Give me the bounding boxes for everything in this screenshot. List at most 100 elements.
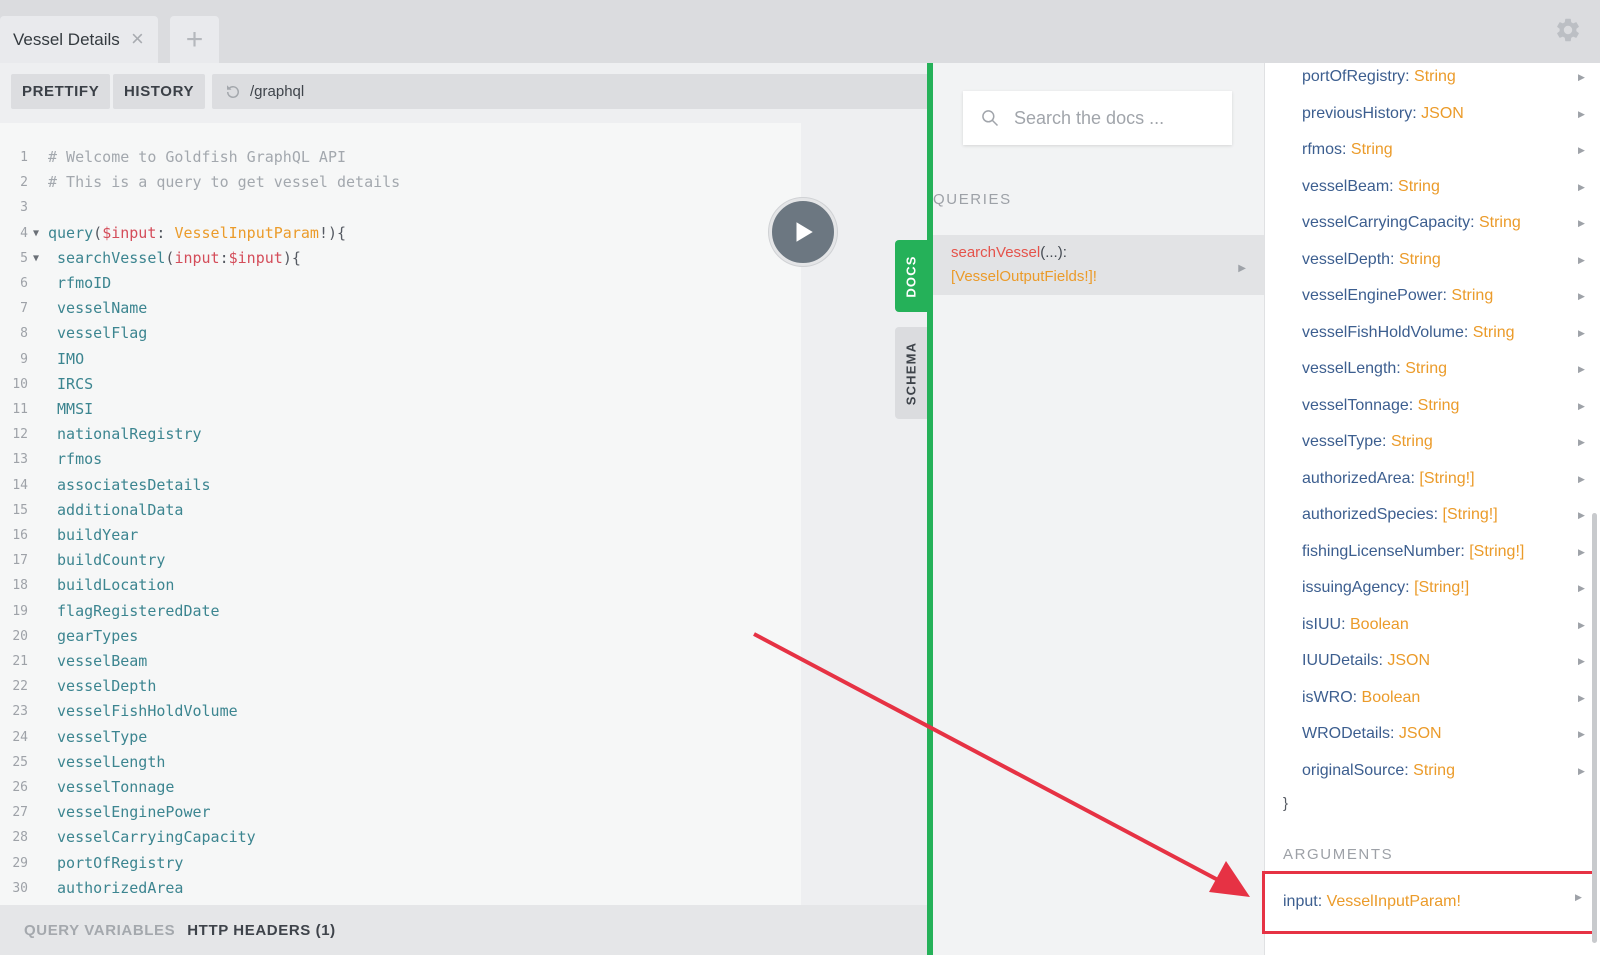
arguments-heading: ARGUMENTS xyxy=(1283,846,1394,863)
code-text: vesselFlag xyxy=(48,321,147,346)
field-row[interactable]: vesselType: String xyxy=(1302,428,1592,456)
chevron-right-icon: ▶ xyxy=(1578,72,1585,82)
code-line: 22 vesselDepth xyxy=(0,674,800,699)
code-token: flagRegisteredDate xyxy=(48,601,220,620)
code-text: additionalData xyxy=(48,498,183,523)
fold-toggle-icon[interactable]: ▼ xyxy=(33,246,39,271)
code-text: buildLocation xyxy=(48,573,174,598)
code-line: 18 buildLocation xyxy=(0,573,800,598)
docs-search-input[interactable]: Search the docs ... xyxy=(963,91,1232,145)
code-text: IMO xyxy=(48,347,84,372)
field-row[interactable]: issuingAgency: [String!] xyxy=(1302,574,1592,602)
field-row[interactable]: originalSource: String xyxy=(1302,757,1592,785)
field-type: String xyxy=(1451,287,1494,304)
chevron-right-icon: ▶ xyxy=(1578,729,1585,739)
tab-vessel-details[interactable]: Vessel Details × xyxy=(0,16,158,63)
chevron-right-icon: ▶ xyxy=(1578,510,1585,520)
field-colon: : xyxy=(1405,68,1415,85)
code-line: 9 IMO xyxy=(0,347,800,372)
chevron-right-icon: ▶ xyxy=(1578,692,1585,703)
play-icon xyxy=(796,222,813,242)
code-line: 26 vesselTonnage xyxy=(0,775,800,800)
code-text: vesselCarryingCapacity xyxy=(48,825,256,850)
chevron-right-icon: ▶ xyxy=(1578,546,1585,557)
field-row[interactable]: vesselBeam: String xyxy=(1302,173,1592,201)
query-editor-pane: PRETTIFY HISTORY /graphql 1 # Welcome to … xyxy=(0,63,927,955)
tab-schema[interactable]: SCHEMA xyxy=(895,327,927,419)
http-headers-tab[interactable]: HTTP HEADERS (1) xyxy=(187,922,336,939)
field-row[interactable]: isWRO: Boolean xyxy=(1302,684,1592,712)
field-row[interactable]: WRODetails: JSON xyxy=(1302,720,1592,748)
code-token: VesselInputParam xyxy=(174,223,319,242)
field-colon: : xyxy=(1341,615,1350,633)
field-row[interactable]: vesselEnginePower: String xyxy=(1302,282,1592,310)
code-line: 1 # Welcome to Goldfish GraphQL API xyxy=(0,145,800,170)
field-type: String xyxy=(1350,141,1393,158)
code-line: 6 rfmoID xyxy=(0,271,800,296)
code-text: IRCS xyxy=(48,372,93,397)
field-row[interactable]: IUUDetails: JSON xyxy=(1302,647,1592,675)
code-token: additionalData xyxy=(48,500,184,519)
execute-query-button[interactable] xyxy=(769,198,837,266)
line-number: 22 xyxy=(12,679,28,695)
code-text: gearTypes xyxy=(48,624,138,649)
field-type: JSON xyxy=(1387,652,1431,669)
code-text: buildCountry xyxy=(48,548,165,573)
field-row[interactable]: vesselFishHoldVolume: String xyxy=(1302,319,1592,347)
line-number: 21 xyxy=(12,654,28,669)
query-variables-tab[interactable]: QUERY VARIABLES xyxy=(24,922,175,939)
code-text: vesselEnginePower xyxy=(48,800,211,825)
query-search-vessel[interactable]: searchVessel(...): [VesselOutputFields!]… xyxy=(933,235,1264,295)
tab-bar: Vessel Details × + xyxy=(0,0,1600,63)
field-row[interactable]: vesselTonnage: String xyxy=(1302,392,1592,420)
argument-type: VesselInputParam! xyxy=(1326,893,1461,910)
code-line: 10 IRCS xyxy=(0,372,800,397)
field-row[interactable]: fishingLicenseNumber: [String!] xyxy=(1302,538,1592,566)
chevron-right-icon: ▶ xyxy=(1578,181,1585,192)
field-colon: : xyxy=(1342,141,1351,158)
chevron-right-icon: ▶ xyxy=(1578,145,1585,155)
line-number: 28 xyxy=(12,830,28,846)
field-type: [String!] xyxy=(1442,506,1498,523)
code-line: 12 nationalRegistry xyxy=(0,422,800,447)
line-number: 17 xyxy=(12,553,28,569)
fields-scrollbar[interactable] xyxy=(1592,513,1597,943)
field-row[interactable]: rfmos: String xyxy=(1302,136,1592,164)
field-colon: : xyxy=(1390,725,1399,742)
field-row[interactable]: portOfRegistry: String xyxy=(1302,63,1592,91)
field-name: vesselEnginePower xyxy=(1302,287,1443,304)
field-name: previousHistory xyxy=(1302,104,1413,122)
field-row[interactable]: vesselLength: String xyxy=(1302,355,1592,383)
tab-docs[interactable]: DOCS xyxy=(895,240,927,312)
line-number: 12 xyxy=(12,427,28,443)
code-line: 7 vesselName xyxy=(0,296,800,321)
code-text: vesselName xyxy=(48,296,147,321)
field-name: fishingLicenseNumber xyxy=(1302,542,1461,560)
chevron-right-icon: ▶ xyxy=(1578,437,1585,447)
gear-icon[interactable] xyxy=(1554,16,1582,44)
field-row[interactable]: previousHistory: JSON xyxy=(1302,100,1592,128)
field-row[interactable]: authorizedSpecies: [String!] xyxy=(1302,501,1592,529)
line-number: 1 xyxy=(20,150,28,165)
argument-colon: : xyxy=(1317,893,1327,910)
field-row[interactable]: authorizedArea: [String!] xyxy=(1302,465,1592,493)
add-tab-button[interactable]: + xyxy=(170,16,219,63)
line-number: 5 xyxy=(20,250,28,266)
endpoint-input[interactable]: /graphql xyxy=(212,74,927,109)
code-token: authorizedArea xyxy=(48,878,184,897)
line-number: 25 xyxy=(12,754,28,770)
field-row[interactable]: vesselDepth: String xyxy=(1302,246,1592,274)
prettify-button[interactable]: PRETTIFY xyxy=(11,74,111,109)
argument-input[interactable]: input: VesselInputParam! xyxy=(1283,890,1461,914)
chevron-right-icon: ▶ xyxy=(1578,583,1585,593)
code-text: MMSI xyxy=(48,397,93,422)
history-button[interactable]: HISTORY xyxy=(113,74,206,109)
field-row[interactable]: isIUU: Boolean xyxy=(1302,611,1592,639)
code-line: 13 rfmos xyxy=(0,447,800,472)
code-editor[interactable]: 1 # Welcome to Goldfish GraphQL API 2 # Thi… xyxy=(0,123,927,905)
close-icon[interactable]: × xyxy=(131,27,144,51)
reload-icon[interactable] xyxy=(224,83,242,101)
field-name: vesselDepth xyxy=(1302,250,1391,268)
field-row[interactable]: vesselCarryingCapacity: String xyxy=(1302,209,1592,237)
fold-toggle-icon[interactable]: ▼ xyxy=(33,221,39,246)
